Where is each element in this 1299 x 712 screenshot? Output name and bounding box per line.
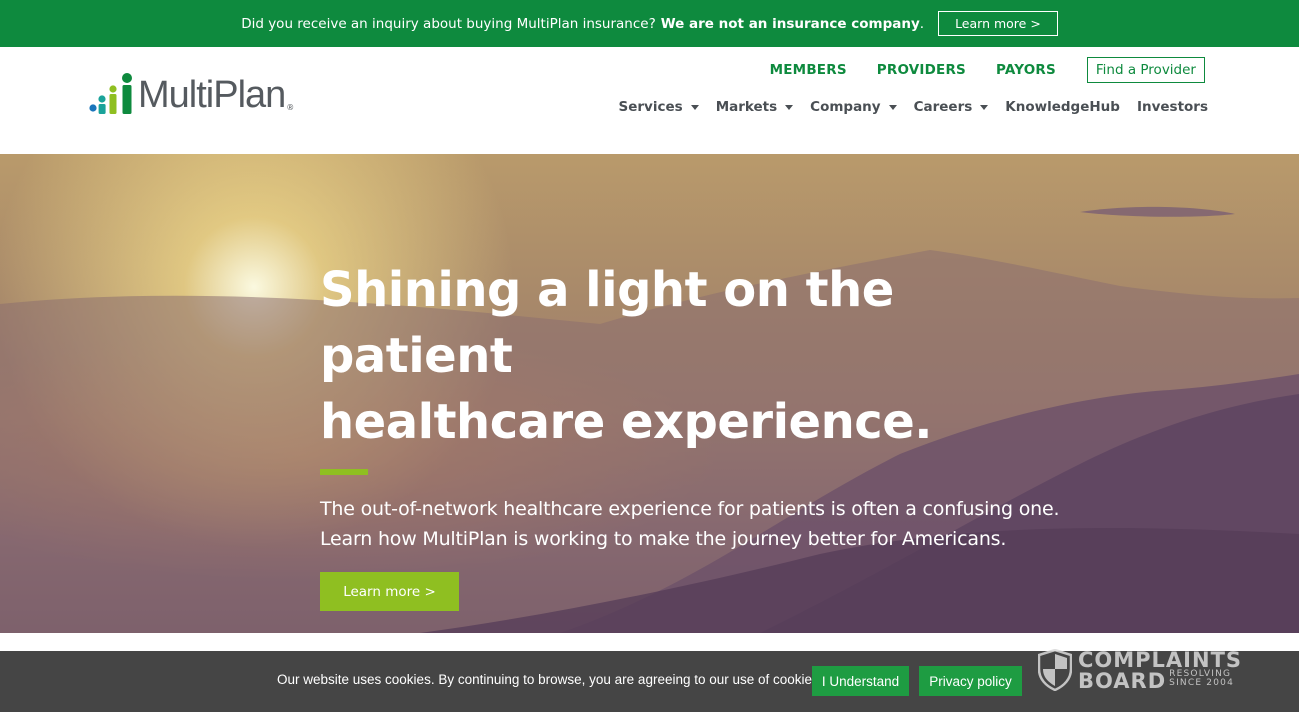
nav-services-label: Services xyxy=(618,99,683,115)
nav-markets[interactable]: Markets xyxy=(715,99,794,115)
hero-title-line-1: Shining a light on the patient xyxy=(320,262,894,384)
hero-learn-more-button[interactable]: Learn more > xyxy=(320,572,459,611)
nav-company[interactable]: Company xyxy=(810,99,897,115)
multiplan-logo-icon xyxy=(89,73,132,114)
hero-subtitle-line-2: Learn how MultiPlan is working to make t… xyxy=(320,528,1007,550)
nav-investors-label: Investors xyxy=(1136,99,1208,115)
logo-registered-mark: ® xyxy=(286,103,295,112)
complaints-board-watermark: COMPLAINTS BOARD RESOLVING SINCE 2004 xyxy=(1038,649,1242,691)
hero-banner: Shining a light on the patient healthcar… xyxy=(0,154,1299,633)
alert-emphasis: We are not an insurance company xyxy=(660,15,920,32)
chevron-down-icon xyxy=(888,104,897,110)
shield-icon xyxy=(1038,649,1072,691)
chevron-down-icon xyxy=(690,104,699,110)
nav-knowledgehub[interactable]: KnowledgeHub xyxy=(1005,99,1120,115)
site-header: MultiPlan ® MEMBERS PROVIDERS PAYORS Fin… xyxy=(0,47,1299,154)
complaints-word: COMPLAINTS xyxy=(1078,647,1243,672)
alert-period: . xyxy=(919,15,925,32)
chevron-down-icon xyxy=(785,104,794,110)
hero-subtitle: The out-of-network healthcare experience… xyxy=(320,494,1080,554)
nav-knowledgehub-label: KnowledgeHub xyxy=(1005,99,1120,115)
nav-careers-label: Careers xyxy=(913,99,973,115)
insurance-alert-bar: Did you receive an inquiry about buying … xyxy=(0,0,1299,47)
nav-investors[interactable]: Investors xyxy=(1137,99,1208,115)
nav-company-label: Company xyxy=(810,99,881,115)
providers-link[interactable]: PROVIDERS xyxy=(877,62,966,78)
hero-content: Shining a light on the patient healthcar… xyxy=(320,257,1080,611)
board-row: BOARD RESOLVING SINCE 2004 xyxy=(1078,668,1242,693)
find-a-provider-button[interactable]: Find a Provider xyxy=(1086,57,1205,83)
hero-title-line-2: healthcare experience. xyxy=(320,394,933,450)
tagline: RESOLVING SINCE 2004 xyxy=(1166,669,1234,691)
chevron-down-icon xyxy=(980,104,989,110)
nav-services[interactable]: Services xyxy=(619,99,699,115)
privacy-policy-button[interactable]: Privacy policy xyxy=(919,666,1022,696)
multiplan-logo[interactable]: MultiPlan ® xyxy=(89,72,294,118)
board-word: BOARD xyxy=(1078,668,1167,693)
main-navigation: Services Markets Company Careers Knowled… xyxy=(602,99,1208,115)
audience-links: MEMBERS PROVIDERS PAYORS Find a Provider xyxy=(740,57,1205,83)
cookie-understand-button[interactable]: I Understand xyxy=(812,666,909,696)
members-link[interactable]: MEMBERS xyxy=(770,62,847,78)
nav-markets-label: Markets xyxy=(715,99,778,115)
complaints-board-text: COMPLAINTS BOARD RESOLVING SINCE 2004 xyxy=(1078,647,1243,693)
nav-careers[interactable]: Careers xyxy=(914,99,989,115)
alert-message: Did you receive an inquiry about buying … xyxy=(241,15,656,32)
cookie-consent-bar: Our website uses cookies. By continuing … xyxy=(0,649,1299,712)
hero-title: Shining a light on the patient healthcar… xyxy=(320,257,1080,455)
tagline-since: SINCE 2004 xyxy=(1169,677,1234,688)
payors-link[interactable]: PAYORS xyxy=(996,62,1056,78)
logo-wordmark: MultiPlan xyxy=(138,74,286,116)
alert-learn-more-button[interactable]: Learn more > xyxy=(938,11,1058,36)
hero-subtitle-line-1: The out-of-network healthcare experience… xyxy=(320,498,1060,520)
hero-accent-bar xyxy=(320,469,368,475)
cookie-message: Our website uses cookies. By continuing … xyxy=(277,672,823,687)
